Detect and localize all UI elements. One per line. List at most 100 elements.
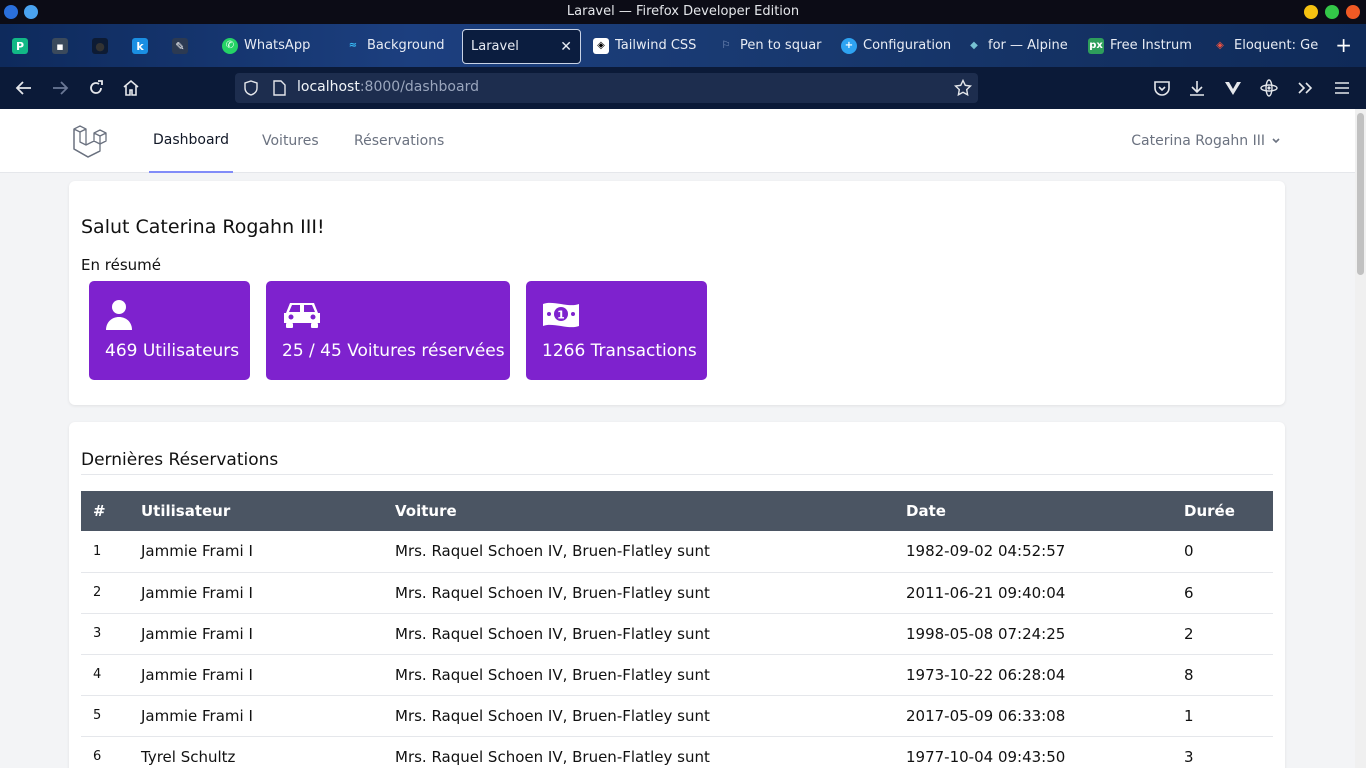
app-logo[interactable] xyxy=(72,123,108,163)
stat-transactions-text: 1266 Transactions xyxy=(542,341,697,361)
cell-duration: 2 xyxy=(1172,613,1273,655)
pinned-tab-doc-icon[interactable]: ▪ xyxy=(52,38,68,54)
column-header-user: Utilisateur xyxy=(141,502,231,520)
pocket-button[interactable] xyxy=(1151,77,1173,99)
stat-users-text: 469 Utilisateurs xyxy=(105,341,240,361)
close-tab-icon[interactable]: ✕ xyxy=(560,39,572,55)
cell-user: Jammie Frami I xyxy=(129,654,383,696)
cell-date: 1982-09-02 04:52:57 xyxy=(894,531,1172,573)
browser-toolbar: localhost:8000/dashboard xyxy=(0,67,1366,109)
cell-duration: 6 xyxy=(1172,572,1273,614)
car-name: Mrs. Raquel Schoen IV xyxy=(395,624,563,643)
arrow-left-icon xyxy=(15,81,31,95)
maximize-button[interactable] xyxy=(1325,5,1339,19)
cell-user: Jammie Frami I xyxy=(129,572,383,614)
forward-button[interactable] xyxy=(49,77,71,99)
chevron-down-icon xyxy=(1272,138,1280,144)
pinned-tab-phpstorm-icon[interactable]: P xyxy=(12,38,28,54)
atom-icon xyxy=(1260,79,1278,97)
car-icon xyxy=(284,303,320,328)
tab-laravel[interactable]: Laravel ✕ xyxy=(462,29,581,64)
reservations-table: # Utilisateur Voiture Date Durée 1 Jammi… xyxy=(81,491,1273,768)
car-details: , Bruen-Flatley sunt xyxy=(562,542,710,561)
reservations-title: Dernières Réservations xyxy=(81,450,279,470)
scrollbar-thumb[interactable] xyxy=(1357,113,1364,275)
laravel-logo-icon xyxy=(73,125,107,158)
cell-car: Mrs. Raquel Schoen IV, Bruen-Flatley sun… xyxy=(383,531,894,573)
pinned-tab-github-icon[interactable]: ● xyxy=(92,38,108,54)
cell-user: Jammie Frami I xyxy=(129,613,383,655)
tab-alpine[interactable]: ◆ for — Alpine xyxy=(966,28,1072,63)
table-header-row: # Utilisateur Voiture Date Durée xyxy=(81,491,1273,531)
url-host: localhost xyxy=(297,79,360,95)
car-name: Mrs. Raquel Schoen IV xyxy=(395,706,563,725)
nav-voitures[interactable]: Voitures xyxy=(262,109,319,173)
section-divider xyxy=(81,474,1273,475)
summary-label: En résumé xyxy=(81,256,161,274)
table-row: 2 Jammie Frami I Mrs. Raquel Schoen IV, … xyxy=(81,572,1273,614)
cell-id: 4 xyxy=(81,654,129,696)
bookmark-star-icon[interactable] xyxy=(954,79,972,97)
cell-date: 2017-05-09 06:33:08 xyxy=(894,695,1172,737)
cell-date: 1973-10-22 06:28:04 xyxy=(894,654,1172,696)
new-tab-button[interactable]: + xyxy=(1335,33,1352,57)
cell-id: 1 xyxy=(81,531,129,573)
cell-user: Tyrel Schultz xyxy=(129,736,383,768)
car-details: , Bruen-Flatley sunt xyxy=(562,747,710,766)
minimize-button[interactable] xyxy=(1304,5,1318,19)
cell-car: Mrs. Raquel Schoen IV, Bruen-Flatley sun… xyxy=(383,695,894,737)
download-icon xyxy=(1190,81,1204,96)
url-bar[interactable]: localhost:8000/dashboard xyxy=(235,73,978,103)
flag-icon: ⚐ xyxy=(721,40,731,51)
vue-devtools-button[interactable] xyxy=(1222,77,1244,99)
back-button[interactable] xyxy=(13,77,35,99)
close-window-button[interactable] xyxy=(1346,5,1360,19)
greeting-title: Salut Caterina Rogahn III! xyxy=(81,216,325,238)
tab-background[interactable]: ≈ Background xyxy=(345,28,453,63)
column-header-car: Voiture xyxy=(395,502,457,520)
url-text: localhost:8000/dashboard xyxy=(297,79,479,95)
nav-dashboard[interactable]: Dashboard xyxy=(149,109,233,173)
page-scrollbar[interactable] xyxy=(1355,109,1366,768)
nav-reservations[interactable]: Réservations xyxy=(354,109,444,173)
cell-id: 3 xyxy=(81,613,129,655)
car-name: Mrs. Raquel Schoen IV xyxy=(395,542,563,561)
table-row: 6 Tyrel Schultz Mrs. Raquel Schoen IV, B… xyxy=(81,736,1273,768)
app-navbar: Dashboard Voitures Réservations Caterina… xyxy=(0,109,1355,173)
reservations-card: Dernières Réservations # Utilisateur Voi… xyxy=(69,422,1285,768)
tab-free-instrum[interactable]: px Free Instrum xyxy=(1088,28,1192,63)
reload-button[interactable] xyxy=(85,77,107,99)
hamburger-icon xyxy=(1335,82,1349,94)
shield-icon[interactable] xyxy=(243,80,259,96)
car-details: , Bruen-Flatley sunt xyxy=(562,706,710,725)
table-row: 4 Jammie Frami I Mrs. Raquel Schoen IV, … xyxy=(81,654,1273,696)
reload-icon xyxy=(90,80,103,94)
tab-pen-to-square[interactable]: ⚐ Pen to squar xyxy=(718,28,826,63)
px-icon: px xyxy=(1088,37,1104,54)
downloads-button[interactable] xyxy=(1186,77,1208,99)
pocket-icon xyxy=(1154,81,1170,96)
extension-button[interactable] xyxy=(1258,77,1280,99)
codepen-icon: ◈ xyxy=(593,37,609,54)
cell-car: Mrs. Raquel Schoen IV, Bruen-Flatley sun… xyxy=(383,654,894,696)
whatsapp-icon: ✆ xyxy=(222,37,238,54)
pinned-tab-k-icon[interactable]: k xyxy=(132,38,148,54)
table-row: 3 Jammie Frami I Mrs. Raquel Schoen IV, … xyxy=(81,613,1273,655)
tab-configuration[interactable]: + Configuration xyxy=(841,28,951,63)
cell-id: 2 xyxy=(81,572,129,614)
menu-button[interactable] xyxy=(1331,77,1353,99)
cell-date: 1998-05-08 07:24:25 xyxy=(894,613,1172,655)
column-header-date: Date xyxy=(906,502,946,520)
more-tools-button[interactable] xyxy=(1294,77,1316,99)
car-name: Mrs. Raquel Schoen IV xyxy=(395,747,563,766)
home-button[interactable] xyxy=(120,77,142,99)
user-menu[interactable]: Caterina Rogahn III xyxy=(1131,133,1281,149)
tab-eloquent[interactable]: ◈ Eloquent: Ge xyxy=(1212,28,1318,63)
tab-whatsapp[interactable]: ✆ WhatsApp xyxy=(222,28,332,63)
pinned-tab-notes-icon[interactable]: ✎ xyxy=(172,38,188,54)
tab-tailwind-css[interactable]: ◈ Tailwind CSS xyxy=(593,28,703,63)
user-name: Caterina Rogahn III xyxy=(1131,133,1265,149)
cell-duration: 0 xyxy=(1172,531,1273,573)
car-details: , Bruen-Flatley sunt xyxy=(562,624,710,643)
laravel-icon: ◈ xyxy=(1216,40,1224,51)
